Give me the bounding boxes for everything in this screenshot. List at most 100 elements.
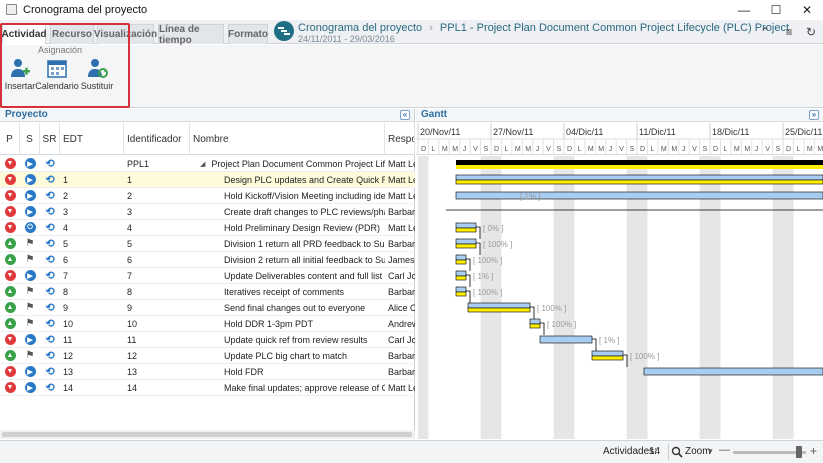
sr-icon[interactable]: ⟲ (40, 332, 60, 348)
table-row[interactable]: ▲ ⚑ ⟲ 9 9 Send final changes out to everyone A… (0, 300, 415, 316)
sr-icon[interactable]: ⟲ (40, 252, 60, 268)
sr-icon[interactable]: ⟲ (40, 316, 60, 332)
breadcrumb-root[interactable]: Cronograma del proyecto (298, 22, 422, 34)
table-row[interactable]: ▼ ▶ ⟲ 11 11 Update quick ref from review resu… (0, 332, 415, 348)
collapse-panel-button[interactable]: « (400, 110, 410, 120)
minimize-button[interactable]: — (728, 0, 760, 19)
tab-formato[interactable]: Formato (228, 24, 268, 44)
table-row[interactable]: ▼ ▶ ⟲ 3 3 Create draft changes to PLC reviews… (0, 204, 415, 220)
table-row[interactable]: ▲ ⚑ ⟲ 12 12 Update PLC big chart to match Barb… (0, 348, 415, 364)
col-nombre[interactable]: Nombre (190, 123, 385, 155)
day-label: S (484, 146, 489, 153)
sr-icon[interactable]: ⟲ (40, 236, 60, 252)
close-button[interactable]: ✕ (791, 0, 823, 19)
col-s[interactable]: S (20, 123, 40, 155)
zoom-slider-thumb[interactable] (795, 446, 802, 458)
status-icon[interactable]: ▶ (20, 332, 40, 348)
table-row[interactable]: ▲ ⚑ ⟲ 5 5 Division 1 return all PRD feedback … (0, 236, 415, 252)
priority-status-icon[interactable]: ▲ (0, 348, 20, 364)
status-icon[interactable]: ▶ (20, 188, 40, 204)
status-icon[interactable]: ⚑ (20, 236, 40, 252)
table-row[interactable]: ▼ ▶ ⟲ 1 1 Design PLC updates and Create Quick… (0, 172, 415, 188)
table-row[interactable]: ▲⚑⟲1010Hold DDR 1-3pm PDTAndrew (0, 316, 415, 332)
table-row[interactable]: ▼ ▶ ⟲ 14 14 Make final updates; approve relea… (0, 380, 415, 396)
status-icon[interactable]: ⚑ (20, 284, 40, 300)
table-row[interactable]: ▼ ⏻ ⟲ 4 4 Hold Preliminary Design Review (PDR… (0, 220, 415, 236)
table-row[interactable]: ▼ ▶ ⟲ 7 7 Update Deliverables content and ful… (0, 268, 415, 284)
zoom-in-button[interactable]: + (810, 444, 817, 458)
priority-status-icon[interactable]: ▲ (0, 252, 20, 268)
horizontal-scrollbar[interactable] (0, 430, 415, 439)
table-row[interactable]: ▼ ▶ ⟲ PPL1 ◢ Project Plan Document Common Pro… (0, 156, 415, 172)
priority-status-icon[interactable]: ▼ (0, 268, 20, 284)
priority-status-icon[interactable]: ▼ (0, 220, 20, 236)
project-dates: 24/11/2011 - 29/03/2016 (298, 34, 395, 44)
sr-icon[interactable]: ⟲ (40, 300, 60, 316)
sr-icon[interactable]: ⟲ (40, 204, 60, 220)
maximize-button[interactable]: ☐ (760, 0, 792, 19)
table-row[interactable]: ▲ ⚑ ⟲ 6 6 Division 2 return all initial feedb… (0, 252, 415, 268)
menu-icon[interactable]: ≡ (781, 24, 797, 40)
status-icon[interactable]: ⚑ (20, 348, 40, 364)
col-edt[interactable]: EDT (60, 123, 124, 155)
priority-status-icon[interactable]: ▲ (0, 300, 20, 316)
refresh-icon[interactable]: ↻ (803, 24, 819, 40)
table-row[interactable]: ▼ ▶ ⟲ 2 2 Hold Kickoff/Vision Meeting includi… (0, 188, 415, 204)
sr-icon[interactable]: ⟲ (40, 220, 60, 236)
col-sr[interactable]: SR (40, 123, 60, 155)
status-icon[interactable]: ▶ (20, 204, 40, 220)
priority-status-icon[interactable]: ▲ (0, 284, 20, 300)
sr-icon[interactable]: ⟲ (40, 364, 60, 380)
resp-cell-text: James (388, 254, 415, 265)
sr-icon[interactable]: ⟲ (40, 284, 60, 300)
priority-status-icon[interactable]: ▼ (0, 172, 20, 188)
day-label: L (796, 146, 800, 153)
sr-icon[interactable]: ⟲ (40, 268, 60, 284)
edt-cell: 6 (60, 252, 124, 268)
scrollbar-thumb[interactable] (2, 432, 412, 437)
zoom-icon[interactable] (671, 446, 683, 458)
sr-icon[interactable]: ⟲ (40, 348, 60, 364)
zoom-out-button[interactable]: — (719, 444, 730, 456)
id-cell-text: 10 (127, 318, 138, 329)
tab-linea-de-tiempo[interactable]: Línea de tiempo (158, 24, 224, 46)
status-icon[interactable]: ⏻ (20, 220, 40, 236)
col-identificador[interactable]: Identificador (124, 123, 190, 155)
id-cell: 1 (124, 172, 190, 188)
status-icon[interactable]: ▶ (20, 380, 40, 396)
task-progress (455, 259, 467, 265)
priority-status-icon[interactable]: ▼ (0, 188, 20, 204)
sr-icon[interactable]: ⟲ (40, 380, 60, 396)
status-icon[interactable]: ⚑ (20, 252, 40, 268)
priority-status-icon[interactable]: ▼ (0, 156, 20, 172)
expand-caret-icon[interactable]: ◢ (200, 160, 205, 168)
priority-status-icon[interactable]: ▼ (0, 204, 20, 220)
priority-status-icon[interactable]: ▲ (0, 236, 20, 252)
status-icon[interactable]: ▶ (20, 156, 40, 172)
status-icon[interactable]: ▶ (20, 172, 40, 188)
status-icon[interactable]: ▶ (20, 268, 40, 284)
col-p[interactable]: P (0, 123, 20, 155)
priority-status-icon[interactable]: ▼ (0, 380, 20, 396)
table-row[interactable]: ▲ ⚑ ⟲ 8 8 Iteratives receipt of comments Barba… (0, 284, 415, 300)
zoom-label[interactable]: Zoom (685, 446, 711, 457)
table-row[interactable]: ▼▶⟲1313Hold FDRBarbara (0, 364, 415, 380)
collapse-up-icon[interactable]: ⌃ (757, 24, 773, 40)
sr-icon[interactable]: ⟲ (40, 172, 60, 188)
task-progress (455, 227, 477, 233)
priority-status-icon[interactable]: ▲ (0, 316, 20, 332)
zoom-dropdown-icon[interactable]: ▾ (708, 446, 713, 457)
task-bar (467, 302, 531, 309)
col-responsable[interactable]: Respo (385, 123, 415, 155)
priority-status-icon[interactable]: ▼ (0, 364, 20, 380)
week-label: 11/Dic/11 (639, 127, 676, 137)
status-icon[interactable]: ⚑ (20, 316, 40, 332)
expand-gantt-button[interactable]: » (809, 110, 819, 120)
name-cell: ◢ Project Plan Document Common Project Li… (190, 156, 385, 172)
status-icon[interactable]: ⚑ (20, 300, 40, 316)
sr-icon[interactable]: ⟲ (40, 156, 60, 172)
priority-status-icon[interactable]: ▼ (0, 332, 20, 348)
status-icon[interactable]: ▶ (20, 364, 40, 380)
edt-cell: 4 (60, 220, 124, 236)
sr-icon[interactable]: ⟲ (40, 188, 60, 204)
